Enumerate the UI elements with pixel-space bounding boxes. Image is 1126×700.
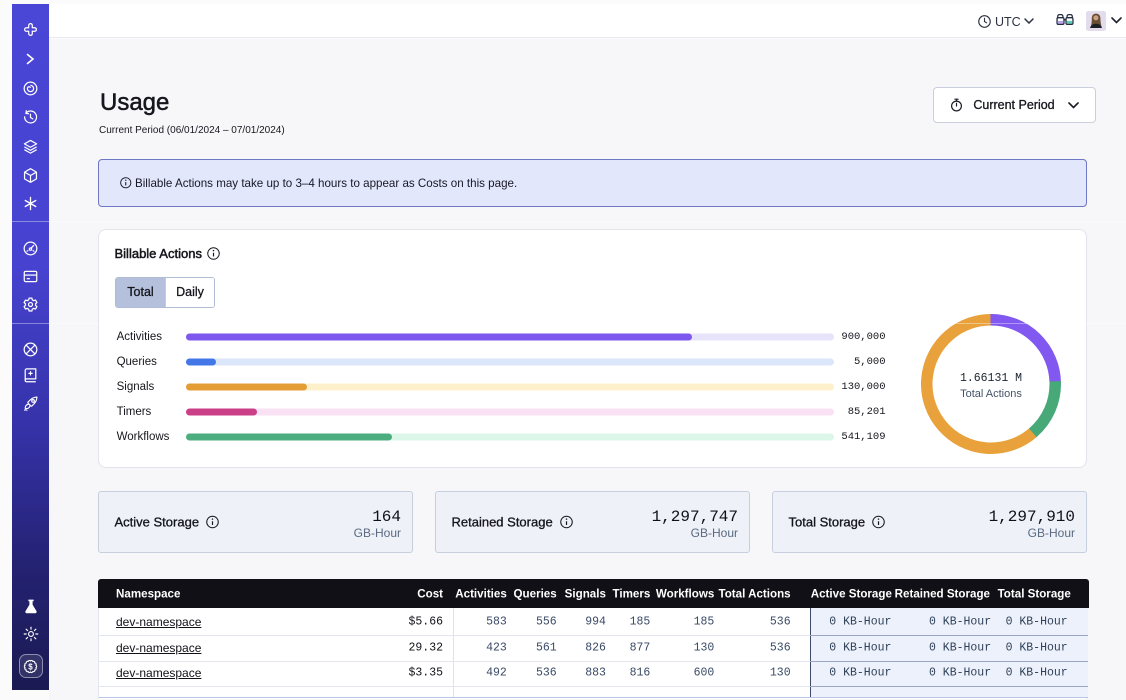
svg-text:$: $ bbox=[28, 662, 33, 671]
